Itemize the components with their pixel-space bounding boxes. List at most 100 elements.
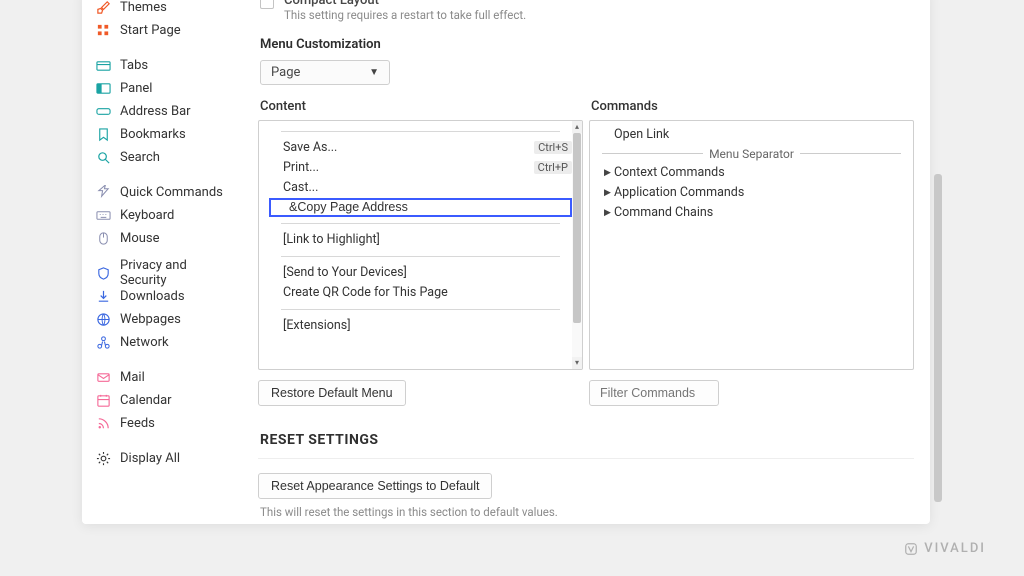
sidebar-item-label: Network	[120, 335, 169, 350]
sidebar-item-search[interactable]: Search	[82, 146, 238, 168]
sidebar-item-feeds[interactable]: Feeds	[82, 412, 238, 434]
menu-separator	[281, 131, 560, 132]
network-icon	[96, 335, 111, 350]
sidebar-item-network[interactable]: Network	[82, 331, 238, 353]
sidebar-item-keyboard[interactable]: Keyboard	[82, 204, 238, 226]
menu-item-label: Print...	[283, 160, 319, 175]
menu-item-save[interactable]: Save As... Ctrl+S	[263, 138, 578, 158]
editor-columns: Content Save As... Ctrl+S Print... Ctrl+…	[258, 99, 914, 406]
scroll-down-icon[interactable]: ▾	[572, 357, 582, 369]
menu-dropdown[interactable]: Page ▼	[260, 60, 390, 85]
mouse-icon	[96, 231, 111, 246]
menu-item-label: [Link to Highlight]	[283, 232, 380, 247]
globe-icon	[96, 312, 111, 327]
commands-list[interactable]: Open Link Menu Separator ▶ Context Comma…	[590, 121, 913, 369]
sidebar-item-quickcommands[interactable]: Quick Commands	[82, 181, 238, 203]
reset-appearance-button[interactable]: Reset Appearance Settings to Default	[258, 473, 492, 499]
sidebar-item-label: Search	[120, 150, 160, 165]
window-scrollbar[interactable]	[934, 0, 942, 522]
chevron-down-icon: ▼	[369, 67, 379, 78]
caret-right-icon: ▶	[604, 208, 614, 218]
sidebar-item-calendar[interactable]: Calendar	[82, 389, 238, 411]
sidebar-item-label: Mouse	[120, 231, 160, 246]
sidebar-item-panel[interactable]: Panel	[82, 77, 238, 99]
sidebar-item-label: Start Page	[120, 23, 181, 38]
sidebar-item-label: Keyboard	[120, 208, 174, 223]
mail-icon	[96, 370, 111, 385]
menu-item-label: [Send to Your Devices]	[283, 265, 407, 280]
sidebar-item-label: Privacy and Security	[120, 258, 234, 288]
menu-item-label: Create QR Code for This Page	[283, 285, 448, 300]
menu-item-extensions[interactable]: [Extensions]	[263, 316, 578, 336]
content-column-label: Content	[260, 99, 583, 114]
menu-item-cast[interactable]: Cast...	[263, 178, 578, 198]
sidebar-item-label: Calendar	[120, 393, 172, 408]
filter-commands-input[interactable]	[589, 380, 719, 406]
sidebar-item-label: Display All	[120, 451, 180, 466]
content-scrollbar[interactable]: ▴ ▾	[572, 121, 582, 369]
sidebar-item-displayall[interactable]: Display All	[82, 447, 238, 469]
command-open-link[interactable]: Open Link	[594, 125, 909, 145]
sidebar-item-privacy[interactable]: Privacy and Security	[82, 262, 238, 284]
brush-icon	[96, 0, 111, 15]
restore-default-button[interactable]: Restore Default Menu	[258, 380, 406, 406]
sidebar-item-addressbar[interactable]: Address Bar	[82, 100, 238, 122]
command-label: Open Link	[614, 127, 669, 142]
divider	[258, 458, 914, 459]
sidebar-item-label: Themes	[120, 0, 167, 15]
compact-layout-option[interactable]: Compact Layout This setting requires a r…	[260, 0, 914, 23]
commands-column-label: Commands	[591, 99, 914, 114]
sidebar-item-bookmarks[interactable]: Bookmarks	[82, 123, 238, 145]
sidebar-item-webpages[interactable]: Webpages	[82, 308, 238, 330]
menu-item-send-devices[interactable]: [Send to Your Devices]	[263, 263, 578, 283]
sidebar-item-label: Tabs	[120, 58, 148, 73]
sidebar-group-browser: Tabs Panel Address Bar Bookmarks Search	[82, 54, 238, 168]
command-context[interactable]: ▶ Context Commands	[594, 163, 909, 183]
dropdown-value: Page	[271, 65, 300, 80]
command-application[interactable]: ▶ Application Commands	[594, 183, 909, 203]
sidebar-item-label: Panel	[120, 81, 152, 96]
search-icon	[96, 150, 111, 165]
sidebar: Themes Start Page Tabs Panel Address Bar	[82, 0, 238, 524]
content-panel: Save As... Ctrl+S Print... Ctrl+P Cast..…	[258, 120, 583, 370]
addressbar-icon	[96, 104, 111, 119]
sidebar-item-label: Mail	[120, 370, 145, 385]
sidebar-group-appearance: Themes Start Page	[82, 0, 238, 41]
sidebar-item-themes[interactable]: Themes	[82, 0, 238, 18]
grid-icon	[96, 23, 111, 38]
settings-window: Themes Start Page Tabs Panel Address Bar	[82, 0, 930, 524]
sidebar-item-startpage[interactable]: Start Page	[82, 19, 238, 41]
menu-item-label: Save As...	[283, 140, 337, 155]
sidebar-item-mouse[interactable]: Mouse	[82, 227, 238, 249]
menu-item-print[interactable]: Print... Ctrl+P	[263, 158, 578, 178]
shortcut-badge: Ctrl+P	[534, 161, 572, 174]
menu-separator	[281, 223, 560, 224]
sidebar-item-label: Feeds	[120, 416, 155, 431]
sidebar-item-label: Address Bar	[120, 104, 191, 119]
sidebar-item-label: Downloads	[120, 289, 185, 304]
panel-icon	[96, 81, 111, 96]
menu-item-edit-input[interactable]	[271, 200, 570, 215]
calendar-icon	[96, 393, 111, 408]
command-label: Context Commands	[614, 165, 725, 180]
menu-item-qr[interactable]: Create QR Code for This Page	[263, 283, 578, 303]
sidebar-item-downloads[interactable]: Downloads	[82, 285, 238, 307]
command-chains[interactable]: ▶ Command Chains	[594, 203, 909, 223]
sidebar-item-mail[interactable]: Mail	[82, 366, 238, 388]
sidebar-item-label: Bookmarks	[120, 127, 186, 142]
command-label: Menu Separator	[709, 147, 794, 161]
scroll-up-icon[interactable]: ▴	[572, 121, 582, 133]
command-menu-separator[interactable]: Menu Separator	[594, 145, 909, 163]
scroll-thumb[interactable]	[934, 174, 942, 502]
content-list[interactable]: Save As... Ctrl+S Print... Ctrl+P Cast..…	[259, 121, 582, 369]
sidebar-item-tabs[interactable]: Tabs	[82, 54, 238, 76]
compact-checkbox[interactable]	[260, 0, 274, 9]
tabs-icon	[96, 58, 111, 73]
caret-right-icon: ▶	[604, 168, 614, 178]
command-label: Application Commands	[614, 185, 744, 200]
sidebar-group-privacy: Privacy and Security Downloads Webpages …	[82, 262, 238, 353]
keyboard-icon	[96, 208, 111, 223]
menu-item-link-highlight[interactable]: [Link to Highlight]	[263, 230, 578, 250]
menu-separator	[281, 309, 560, 310]
menu-item-editing[interactable]	[269, 198, 572, 217]
